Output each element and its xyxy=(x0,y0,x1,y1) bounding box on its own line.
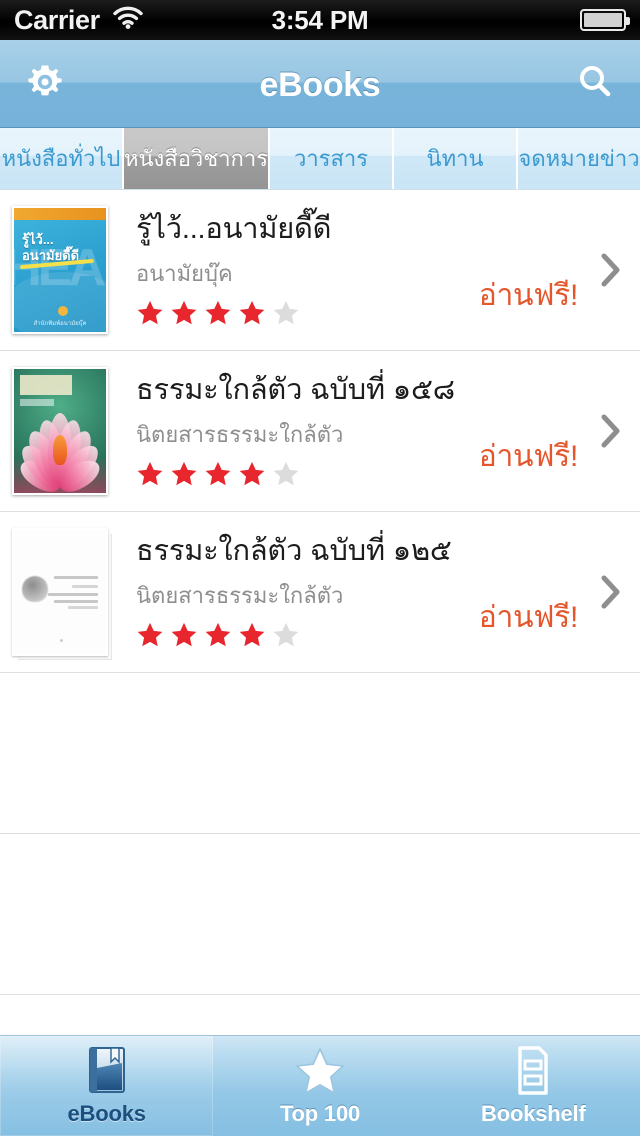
category-tab-3[interactable]: นิทาน xyxy=(394,128,519,189)
page-title: eBooks xyxy=(259,66,381,104)
status-bar-right xyxy=(580,0,630,40)
cover-footer: สำนักพิมพ์อนามัยบุ๊ค xyxy=(33,321,87,327)
book-row-right: อ่านฟรี! xyxy=(440,351,640,512)
book-author: นิตยสารธรรมะใกล้ตัว xyxy=(136,422,344,448)
bottom-tab-bar: eBooks Top 100 Bookshelf xyxy=(0,1035,640,1136)
star-filled-icon xyxy=(171,462,197,486)
chevron-right-icon xyxy=(600,413,622,449)
free-badge: อ่านฟรี! xyxy=(478,439,579,473)
book-info: ธรรมะใกล้ตัว ฉบับที่ ๑๒๕นิตยสารธรรมะใกล้… xyxy=(120,534,452,649)
star-filled-icon xyxy=(205,301,231,325)
tab-top-100[interactable]: Top 100 xyxy=(213,1036,426,1136)
star-icon-wrap xyxy=(292,1045,348,1097)
star-icon xyxy=(296,1048,344,1094)
star-filled-icon xyxy=(171,301,197,325)
star-filled-icon xyxy=(205,462,231,486)
book-title: รู้ไว้...อนามัยดี๊ดี xyxy=(136,212,332,245)
book-info: รู้ไว้...อนามัยดี๊ดีอนามัยบุ๊ค xyxy=(120,213,440,327)
cover-title-line: รู้ไว้... xyxy=(22,232,54,247)
book-row[interactable]: ธรรมะใกล้ตัว ฉบับที่ ๑๒๕นิตยสารธรรมะใกล้… xyxy=(0,512,640,673)
star-empty-icon xyxy=(273,462,299,486)
book-rating xyxy=(136,621,440,649)
book-cover-thumbnail xyxy=(0,351,120,512)
star-filled-icon xyxy=(239,623,265,647)
battery-full-icon xyxy=(580,9,630,31)
tab-label: Top 100 xyxy=(279,1101,361,1126)
book-cover-thumbnail: HEA รู้ไว้... อนามัยดี๊ดี สำนักพิมพ์อนามัยบ… xyxy=(0,190,120,351)
book-cover-image: HEA รู้ไว้... อนามัยดี๊ดี สำนักพิมพ์อนามัยบ… xyxy=(12,206,108,334)
star-filled-icon xyxy=(239,301,265,325)
free-badge: อ่านฟรี! xyxy=(478,278,579,312)
book-cover-image xyxy=(12,367,108,495)
tab-bookshelf[interactable]: Bookshelf xyxy=(427,1036,640,1136)
book-cover-image xyxy=(12,528,108,656)
book-row-right: อ่านฟรี! xyxy=(440,190,640,351)
empty-list-row xyxy=(0,673,640,834)
book-author: นิตยสารธรรมะใกล้ตัว xyxy=(136,583,344,609)
book-title: ธรรมะใกล้ตัว ฉบับที่ ๑๒๕ xyxy=(136,534,452,567)
nav-bar: eBooks xyxy=(0,40,640,128)
star-empty-icon xyxy=(273,301,299,325)
tab-label: Bookshelf xyxy=(481,1101,586,1126)
star-empty-icon xyxy=(273,623,299,647)
book-rating xyxy=(136,460,440,488)
star-filled-icon xyxy=(171,623,197,647)
book-row[interactable]: ธรรมะใกล้ตัว ฉบับที่ ๑๕๘นิตยสารธรรมะใกล้… xyxy=(0,351,640,512)
book-rating xyxy=(136,299,440,327)
book-icon-wrap xyxy=(79,1045,135,1097)
chevron-right-icon xyxy=(600,252,622,288)
app-root: Carrier 3:54 PM eBooks หนังสือทั่วไป หนั… xyxy=(0,0,640,1136)
status-bar: Carrier 3:54 PM xyxy=(0,0,640,40)
tab-label: eBooks xyxy=(67,1101,146,1126)
cover-seal xyxy=(58,306,68,316)
star-filled-icon xyxy=(137,462,163,486)
book-icon xyxy=(88,1047,125,1093)
status-bar-time: 3:54 PM xyxy=(271,4,369,35)
bookshelf-icon-wrap xyxy=(505,1045,561,1097)
empty-list-row xyxy=(0,834,640,995)
star-filled-icon xyxy=(239,462,265,486)
book-info: ธรรมะใกล้ตัว ฉบับที่ ๑๕๘นิตยสารธรรมะใกล้… xyxy=(120,373,455,488)
cover-sublabel xyxy=(20,399,54,406)
tab-ebooks[interactable]: eBooks xyxy=(0,1036,214,1136)
cover-text-line xyxy=(54,600,98,603)
free-badge: อ่านฟรี! xyxy=(478,600,579,634)
cover-label xyxy=(20,375,72,395)
star-filled-icon xyxy=(137,623,163,647)
cover-dot xyxy=(60,639,63,642)
search-icon xyxy=(574,61,616,108)
bookshelf-icon xyxy=(518,1046,549,1095)
category-tab-2[interactable]: วารสาร xyxy=(270,128,395,189)
star-filled-icon xyxy=(205,623,231,647)
book-list[interactable]: HEA รู้ไว้... อนามัยดี๊ดี สำนักพิมพ์อนามัยบ… xyxy=(0,190,640,1035)
category-tab-bar: หนังสือทั่วไป หนังสือวิชาการ วารสาร นิทาน จด… xyxy=(0,128,640,190)
category-tab-label: หนังสือวิชาการ xyxy=(123,146,269,171)
star-filled-icon xyxy=(137,301,163,325)
empty-list-row xyxy=(0,995,640,1035)
book-row[interactable]: HEA รู้ไว้... อนามัยดี๊ดี สำนักพิมพ์อนามัยบ… xyxy=(0,190,640,351)
cover-core xyxy=(53,435,67,465)
category-tab-label: หนังสือทั่วไป xyxy=(1,146,121,171)
book-title: ธรรมะใกล้ตัว ฉบับที่ ๑๕๘ xyxy=(136,373,455,406)
cover-title: รู้ไว้... อนามัยดี๊ดี xyxy=(22,232,79,265)
category-tab-0[interactable]: หนังสือทั่วไป xyxy=(0,128,124,189)
book-row-right: อ่านฟรี! xyxy=(440,512,640,673)
cover-text-line xyxy=(48,593,98,596)
book-cover-thumbnail xyxy=(0,512,120,673)
book-author: อนามัยบุ๊ค xyxy=(136,261,233,287)
cover-text-line xyxy=(54,576,98,579)
category-tab-label: วารสาร xyxy=(293,146,369,171)
category-tab-label: จดหมายข่าว xyxy=(518,146,640,171)
category-tab-label: นิทาน xyxy=(426,146,484,171)
category-tab-4[interactable]: จดหมายข่าว xyxy=(518,128,640,189)
cover-text-line xyxy=(72,585,98,588)
chevron-right-icon xyxy=(600,574,622,610)
category-tab-1[interactable]: หนังสือวิชาการ xyxy=(123,128,271,189)
cover-figure xyxy=(22,576,48,602)
search-button[interactable] xyxy=(550,40,640,128)
cover-text-line xyxy=(68,606,98,609)
cover-band xyxy=(14,208,106,220)
